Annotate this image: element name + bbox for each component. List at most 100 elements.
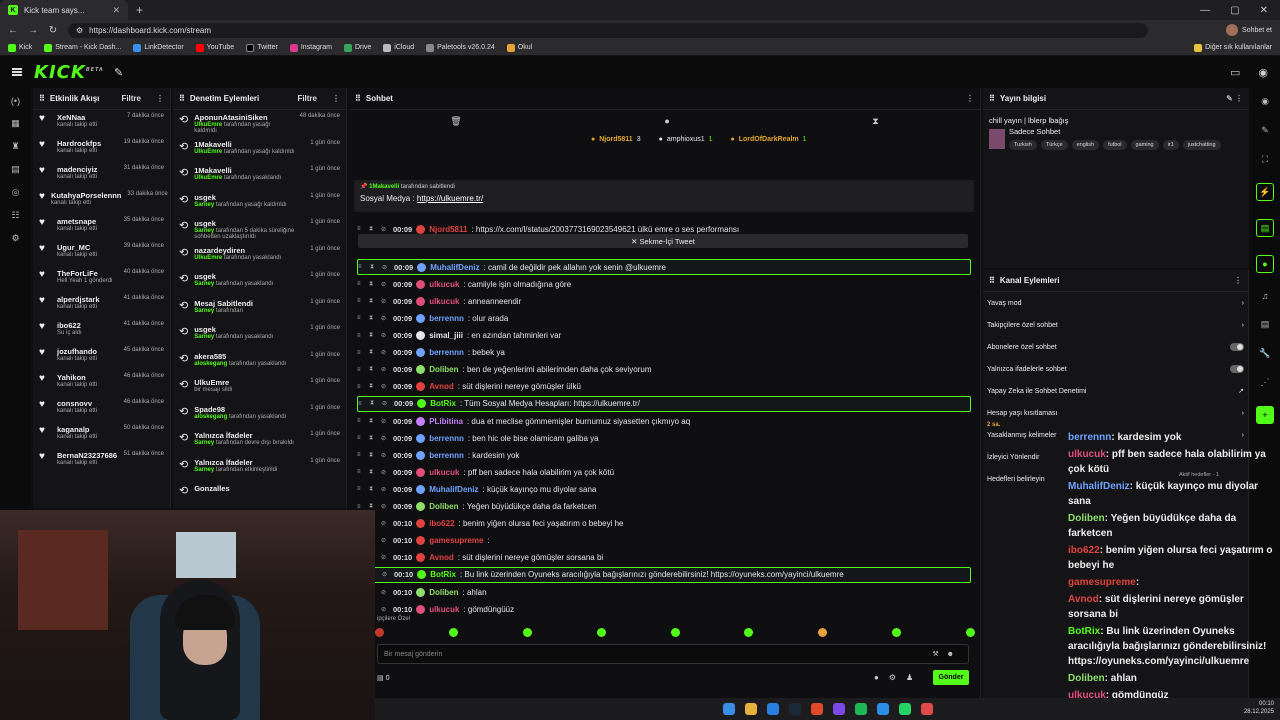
mod-action-item[interactable]: ⟲ usgek Sarney tarafından yasaklandı 1 gün … [173,269,346,296]
chat-message[interactable]: ≡⧗⊘00:10ibo622: benim yiğen olursa feci … [357,516,971,532]
ban-icon[interactable]: ⊘ [381,315,389,322]
message-user[interactable]: berrennn [429,434,464,443]
bookmark-item[interactable]: iCloud [383,43,414,52]
mod-action-item[interactable]: ⟲ Yalnızca İfadeler Sarney tarafından etki… [173,455,346,482]
message-user[interactable]: Njord5811 [429,225,467,234]
message-user[interactable]: berrennn [429,348,464,357]
mod-action-item[interactable]: ⟲ AponunAtasiniSiken UlkuEmre tarafından y… [173,110,346,137]
chat-bubble-icon[interactable]: ● [664,116,669,126]
activity-item[interactable]: ♥ kaganalp kanalı takip etti 50 dakika önce [33,422,170,448]
mod-action-item[interactable]: ⟲ 1Makavelli UlkuEmre tarafından yasağı ka… [173,137,346,164]
pen-icon[interactable]: ✎ [1261,125,1269,136]
ban-icon[interactable]: ⊘ [381,537,389,544]
timeout-icon[interactable]: ⧗ [369,435,377,442]
browser-tab[interactable]: K Kick team says... ✕ [0,0,128,20]
bookmark-item[interactable]: Drive [343,43,371,52]
channel-drag-icon[interactable]: ⠿ [989,276,995,285]
bookmark-item[interactable]: YouTube [195,43,234,52]
chat-message[interactable]: ≡ ⧗ ⊘ 00:09 berrennn: olur arada [357,310,971,326]
message-user[interactable]: Doliben [429,502,458,511]
top-gifter[interactable]: ● Njord5811 3 [591,136,641,143]
activity-item[interactable]: ♥ alperdjstark kanalı takip etti 41 dakika … [33,292,170,318]
pinned-link[interactable]: https://ulkuemre.tr/ [417,194,483,203]
chat-message[interactable]: ≡ ⧗ ⊘ 00:09 Njord5811: https://x.com/l/statu… [357,221,971,237]
mod-tools-icon[interactable]: ≡ [357,298,365,304]
mod-tools-icon[interactable]: ≡ [357,384,365,390]
chat-message[interactable]: ≡⧗⊘00:10Doliben: ahlan [357,584,971,600]
ban-icon[interactable]: ⊘ [381,349,389,356]
activity-item[interactable]: ♥ consnovv kanalı takip etti 46 dakika önce [33,396,170,422]
community-icon[interactable]: ☷ [11,210,19,221]
bookmark-item[interactable]: Instagram [289,43,332,52]
chat-message[interactable]: ≡ ⧗ ⊘ 00:09 simal_jiii: en azından tahminler… [357,328,971,344]
chat-message[interactable]: ≡ ⧗ ⊘ 00:09 Doliben: Yeğen büyüdükçe daha da… [357,499,971,515]
minimize-icon[interactable]: — [1200,5,1210,16]
mod-tools-icon[interactable]: ≡ [357,418,365,424]
send-button[interactable]: Gönder [933,670,969,685]
activity-item[interactable]: ♥ jozufhando kanalı takip etti 45 dakika ön… [33,344,170,370]
bookmark-item[interactable]: Twitter [246,43,278,52]
dashboard-icon[interactable]: ▦ [11,118,20,129]
layout-icon[interactable]: ▤ [1261,319,1270,330]
ban-icon[interactable]: ⊘ [381,503,389,510]
mod-action-item[interactable]: ⟲ akera585 aloskegang tarafından yasakland… [173,349,346,376]
mod-filter-button[interactable]: Filtre [297,94,317,103]
timeout-icon[interactable]: ⧗ [369,452,377,459]
mod-tools-icon[interactable]: ≡ [357,350,365,356]
chat-settings-icons[interactable]: ●⚙♟ [874,673,923,682]
mod-tools-icon[interactable]: ≡ [357,315,365,321]
emote-icon[interactable] [375,628,384,637]
mod-tools-icon[interactable]: ≡ [357,367,365,373]
activity-item[interactable]: ♥ BernaN23237686 kanalı takip etti 51 dakik… [33,448,170,474]
top-gifter[interactable]: ● LordOfDarkRealm 1 [731,136,807,143]
timeout-icon[interactable]: ⧗ [369,332,377,339]
emote-icon[interactable] [744,628,754,637]
mod-action-item[interactable]: ⟲ usgek Sarney tarafından yasaklandı 1 gün … [173,322,346,349]
ban-icon[interactable]: ⊘ [381,332,389,339]
chat-message[interactable]: ≡⧗⊘00:10BotRix: Bu link üzerinden Oyunek… [357,566,971,583]
mod-action-item[interactable]: ⟲ Yalnızca İfadeler Sarney tarafından devr… [173,428,346,455]
mod-tools-icon[interactable]: ≡ [357,281,365,287]
pinned-message[interactable]: 📌 1Makavelli tarafından sabitlendi Sosya… [354,180,974,212]
timeout-icon[interactable]: ⧗ [369,486,377,493]
wrench-icon[interactable]: 🔧 [1259,348,1270,359]
timeout-icon[interactable]: ⧗ [370,400,378,407]
channel-action-row[interactable]: Hesap yaşı kısıtlaması › [983,402,1248,424]
back-icon[interactable]: ← [8,25,18,36]
broadcast-icon[interactable]: ◎ [12,187,20,198]
chat-message[interactable]: ≡ ⧗ ⊘ 00:09 berrennn: kardesim yok [357,447,971,463]
notes-icon[interactable]: ▤ [1256,219,1274,237]
message-user[interactable]: gamesupreme [429,536,483,545]
emote-icon[interactable] [522,628,532,637]
message-user[interactable]: ulkucuk [429,280,459,289]
message-user[interactable]: BotRix [430,399,456,408]
timeout-icon[interactable]: ⧗ [369,469,377,476]
ban-icon[interactable]: ⊘ [381,606,389,613]
chat-drag-icon[interactable]: ⠿ [355,94,361,103]
activity-item[interactable]: ♥ Yahikon kanalı takip etti 46 dakika önce [33,370,170,396]
close-tab-icon[interactable]: ✕ [112,5,120,16]
message-user[interactable]: berrennn [429,451,464,460]
activity-item[interactable]: ♥ Hardrockfps kanalı takip etti 19 dakika ö… [33,136,170,162]
message-user[interactable]: ulkucuk [429,297,459,306]
activity-item[interactable]: ♥ Ugur_MC kanalı takip etti 39 dakika önce [33,240,170,266]
activity-filter-button[interactable]: Filtre [121,94,141,103]
message-user[interactable]: MuhalifDeniz [430,263,479,272]
channel-action-row[interactable]: Yapay Zeka ile Sohbet Denetimi ↗ [983,380,1248,402]
timeout-icon[interactable]: ⧗ [369,298,377,305]
chat-message[interactable]: ≡ ⧗ ⊘ 00:09 berrennn: bebek ya [357,345,971,361]
add-icon[interactable]: + [1256,406,1274,424]
app-icon[interactable] [810,703,823,715]
stream-drag-icon[interactable]: ⠿ [989,94,995,103]
emote-picker-icon[interactable]: ⚒☻ [932,650,962,658]
close-window-icon[interactable]: ✕ [1260,5,1268,16]
timeout-icon[interactable]: ⧗ [370,264,378,271]
message-user[interactable]: Avnod [429,553,454,562]
ban-icon[interactable]: ⊘ [381,452,389,459]
mod-more-icon[interactable]: ⋮ [332,94,340,103]
mod-tools-icon[interactable]: ≡ [357,486,365,492]
steam-icon[interactable] [788,703,801,715]
ban-icon[interactable]: ⊘ [382,400,390,407]
menu-icon[interactable] [12,68,22,76]
chat-message[interactable]: ≡ ⧗ ⊘ 00:09 PLibitina: dua et meclise gömmem… [357,413,971,429]
